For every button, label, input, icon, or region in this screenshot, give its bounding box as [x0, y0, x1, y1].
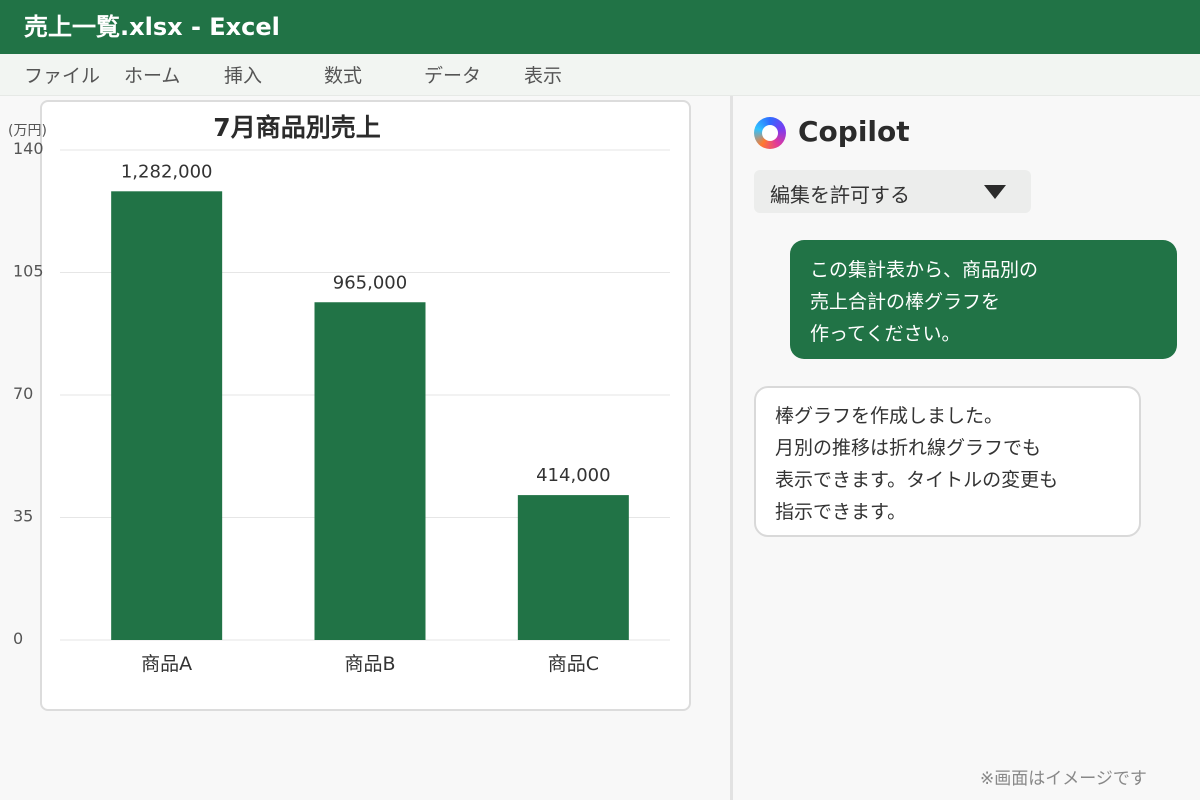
tab-view[interactable]: 表示 [524, 54, 562, 96]
assistant-message: 棒グラフを作成しました。 月別の推移は折れ線グラフでも 表示できます。タイトルの… [754, 386, 1141, 537]
assistant-message-line: 棒グラフを作成しました。 [775, 405, 1004, 427]
permission-label: 編集を許可する [770, 183, 910, 207]
ribbon: ファイル ホーム 挿入 数式 データ 表示 [0, 54, 1200, 96]
bar-1 [111, 191, 223, 641]
tab-home[interactable]: ホーム [124, 54, 180, 96]
y-tick-label: 0 [13, 629, 23, 648]
footnote: ※画面はイメージです [980, 769, 1147, 789]
x-tick-label: 商品B [344, 653, 395, 675]
permission-dropdown[interactable]: 編集を許可する [754, 170, 1031, 213]
bar-chart[interactable]: 7月商品別売上 (万円) 0 35 70 105 140 1,282,000 商品A 965,00… [0, 96, 732, 716]
window-title: 売上一覧.xlsx - Excel [0, 0, 1200, 54]
copilot-logo-icon [754, 117, 786, 149]
y-axis-label: (万円) [8, 123, 47, 139]
x-tick-label: 商品A [141, 653, 192, 675]
tab-formulas[interactable]: 数式 [324, 54, 362, 96]
assistant-message-line: 指示できます。 [775, 501, 907, 523]
data-label: 414,000 [536, 465, 610, 486]
x-tick-label: 商品C [548, 653, 599, 675]
user-message-line: この集計表から、商品別の [810, 259, 1039, 281]
user-message-line: 売上合計の棒グラフを [810, 291, 1001, 313]
y-tick-label: 70 [13, 384, 33, 403]
tab-data[interactable]: データ [424, 54, 481, 96]
y-tick-label: 140 [13, 139, 44, 158]
bar-3 [517, 495, 629, 640]
chart-title: 7月商品別売上 [213, 113, 380, 142]
assistant-message-line: 表示できます。タイトルの変更も [775, 469, 1059, 491]
data-label: 965,000 [333, 272, 407, 293]
tab-insert[interactable]: 挿入 [224, 54, 262, 96]
user-message: この集計表から、商品別の 売上合計の棒グラフを 作ってください。 [790, 240, 1177, 359]
y-tick-label: 35 [13, 507, 33, 526]
triangle-down-icon [984, 185, 1006, 199]
user-message-line: 作ってください。 [810, 323, 961, 345]
y-tick-label: 105 [13, 262, 44, 281]
bar-2 [314, 302, 426, 640]
tab-file[interactable]: ファイル [24, 54, 100, 96]
data-label: 1,282,000 [121, 161, 213, 182]
assistant-message-line: 月別の推移は折れ線グラフでも [775, 437, 1042, 459]
copilot-title: Copilot [798, 115, 910, 148]
